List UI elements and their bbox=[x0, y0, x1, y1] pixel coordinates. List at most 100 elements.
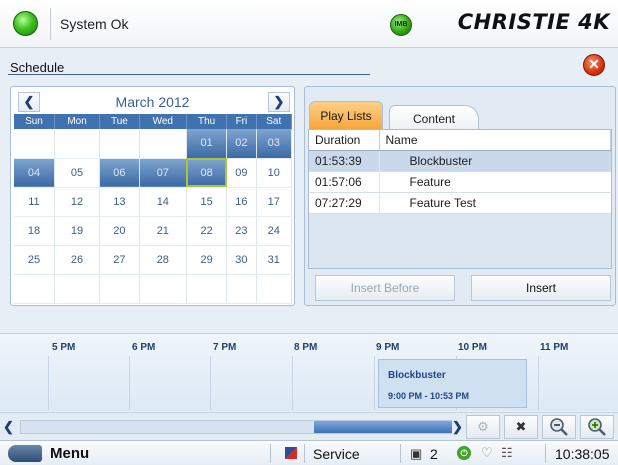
calendar-day[interactable]: 15 bbox=[186, 187, 228, 217]
row-duration: 01:57:06 bbox=[309, 171, 380, 193]
table-row[interactable]: 07:27:29 Feature Test bbox=[309, 192, 611, 214]
timeline-hour-label: 6 PM bbox=[132, 342, 156, 353]
network-icon[interactable]: ☷ bbox=[501, 445, 513, 461]
calendar-day[interactable]: 30 bbox=[226, 245, 257, 275]
calendar-day[interactable]: 01 bbox=[186, 129, 228, 159]
column-header-name[interactable]: Name bbox=[379, 130, 611, 151]
calendar-panel: ❮ March 2012 ❯ Sun Mon Tue Wed Thu Fri S… bbox=[10, 86, 295, 306]
calendar-day-today[interactable]: 08 bbox=[186, 158, 228, 188]
timeline-hour-label: 10 PM bbox=[458, 342, 487, 353]
calendar-header: ❮ March 2012 ❯ bbox=[11, 87, 294, 117]
projector-menu-icon[interactable] bbox=[8, 445, 42, 462]
calendar-day[interactable]: 18 bbox=[14, 216, 55, 246]
timeline-hour-label: 7 PM bbox=[213, 342, 237, 353]
calendar-day[interactable]: 26 bbox=[54, 245, 101, 275]
tab-content[interactable]: Content bbox=[389, 105, 479, 129]
calendar-day[interactable]: 20 bbox=[99, 216, 140, 246]
timeline-gridline bbox=[210, 356, 211, 410]
row-duration: 01:53:39 bbox=[309, 150, 380, 172]
tab-play-lists[interactable]: Play Lists bbox=[309, 101, 383, 129]
scroll-right-icon[interactable]: ❯ bbox=[452, 419, 463, 435]
zoom-out-icon[interactable] bbox=[542, 415, 576, 439]
calendar-day[interactable]: 19 bbox=[54, 216, 101, 246]
system-status-text: System Ok bbox=[60, 16, 129, 32]
calendar-day[interactable]: 14 bbox=[139, 187, 187, 217]
delete-icon[interactable]: ✖ bbox=[504, 415, 538, 439]
timeline-hour-label: 5 PM bbox=[52, 342, 76, 353]
calendar-day bbox=[139, 274, 187, 304]
weekday-header: Sun bbox=[14, 114, 55, 129]
row-name: Blockbuster bbox=[379, 150, 611, 172]
top-bar: System Ok IMB CHRISTIE 4K bbox=[0, 0, 618, 48]
close-icon[interactable]: ✕ bbox=[583, 54, 605, 76]
calendar-day[interactable]: 12 bbox=[54, 187, 101, 217]
gear-icon[interactable]: ⚙ bbox=[466, 415, 500, 439]
projector-icon[interactable]: ▣ bbox=[410, 446, 422, 462]
timeline-gridline bbox=[48, 356, 49, 410]
service-button[interactable]: Service bbox=[313, 446, 360, 462]
calendar-day bbox=[14, 129, 55, 159]
calendar-day bbox=[256, 274, 293, 304]
insert-button[interactable]: Insert bbox=[471, 275, 611, 301]
insert-before-button[interactable]: Insert Before bbox=[315, 275, 455, 301]
timeline-gridline bbox=[538, 356, 539, 410]
table-row[interactable]: 01:53:39 Blockbuster bbox=[309, 150, 611, 172]
timeline-scrollbar[interactable] bbox=[20, 420, 452, 434]
zoom-in-icon[interactable] bbox=[580, 415, 614, 439]
status-bar: Menu Service ▣ 2 ⏻ ♡ ☷ 10:38:05 bbox=[0, 440, 618, 465]
page-title: Schedule bbox=[10, 60, 65, 75]
calendar-day bbox=[226, 274, 257, 304]
calendar-day bbox=[99, 274, 140, 304]
calendar-day[interactable]: 21 bbox=[139, 216, 187, 246]
power-status-icon[interactable]: ⏻ bbox=[457, 446, 471, 460]
calendar-day[interactable]: 24 bbox=[256, 216, 293, 246]
calendar-day[interactable]: 31 bbox=[256, 245, 293, 275]
calendar-day[interactable]: 16 bbox=[226, 187, 257, 217]
divider bbox=[400, 444, 401, 463]
calendar-day bbox=[14, 274, 55, 304]
calendar-day[interactable]: 27 bbox=[99, 245, 140, 275]
playlist-table-container: Duration Name 01:53:39 Blockbuster 01:57… bbox=[308, 129, 612, 269]
calendar-day[interactable]: 03 bbox=[256, 129, 293, 159]
playlist-panel: Content Play Lists Duration Name 01:53:3… bbox=[304, 86, 616, 306]
calendar-day[interactable]: 06 bbox=[99, 158, 140, 188]
status-led-icon[interactable] bbox=[13, 11, 38, 36]
calendar-day[interactable]: 29 bbox=[186, 245, 228, 275]
calendar-day[interactable]: 22 bbox=[186, 216, 228, 246]
weekday-header: Tue bbox=[99, 114, 140, 129]
timeline-toolbar: ❮ ❯ ⚙ ✖ bbox=[0, 412, 618, 440]
calendar-day[interactable]: 28 bbox=[139, 245, 187, 275]
calendar-day[interactable]: 04 bbox=[14, 158, 55, 188]
playlist-table: Duration Name 01:53:39 Blockbuster 01:57… bbox=[309, 130, 611, 214]
menu-button[interactable]: Menu bbox=[50, 445, 89, 462]
lamp-icon[interactable]: ♡ bbox=[481, 445, 493, 461]
calendar-day[interactable]: 11 bbox=[14, 187, 55, 217]
divider bbox=[50, 8, 51, 40]
calendar-day[interactable]: 05 bbox=[54, 158, 101, 188]
imb-status-icon[interactable]: IMB bbox=[390, 14, 412, 36]
title-underline bbox=[8, 74, 370, 75]
column-header-duration[interactable]: Duration bbox=[309, 130, 380, 151]
scheduled-event[interactable]: Blockbuster 9:00 PM - 10:53 PM bbox=[378, 359, 527, 408]
calendar-day[interactable]: 13 bbox=[99, 187, 140, 217]
service-icon[interactable] bbox=[285, 447, 297, 459]
calendar-day[interactable]: 02 bbox=[226, 129, 257, 159]
calendar-day[interactable]: 17 bbox=[256, 187, 293, 217]
calendar-day[interactable]: 25 bbox=[14, 245, 55, 275]
calendar-day[interactable]: 09 bbox=[226, 158, 257, 188]
calendar-day bbox=[139, 129, 187, 159]
scroll-left-icon[interactable]: ❮ bbox=[3, 419, 14, 435]
scrollbar-thumb[interactable] bbox=[314, 421, 452, 433]
calendar-day[interactable]: 07 bbox=[139, 158, 187, 188]
chevron-right-icon[interactable]: ❯ bbox=[268, 92, 290, 112]
timeline-hour-label: 9 PM bbox=[376, 342, 400, 353]
weekday-header: Sat bbox=[256, 114, 293, 129]
calendar-day[interactable]: 10 bbox=[256, 158, 293, 188]
chevron-left-icon[interactable]: ❮ bbox=[18, 92, 40, 112]
table-row[interactable]: 01:57:06 Feature bbox=[309, 171, 611, 193]
row-duration: 07:27:29 bbox=[309, 192, 380, 214]
calendar-day bbox=[54, 274, 101, 304]
timeline-gridline bbox=[374, 356, 375, 410]
row-name: Feature Test bbox=[379, 192, 611, 214]
calendar-day[interactable]: 23 bbox=[226, 216, 257, 246]
